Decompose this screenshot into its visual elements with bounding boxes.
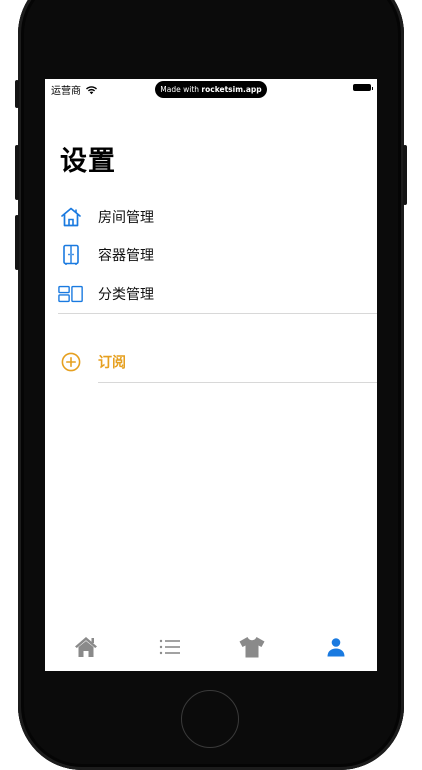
subscription-label: 订阅 [98,354,126,371]
mute-switch [15,80,19,108]
section-divider [58,313,377,314]
power-button [403,145,407,205]
house-icon [58,204,84,230]
plus-circle-icon [58,349,84,375]
page-title: 设置 [60,146,116,177]
tab-wardrobe[interactable] [237,632,267,662]
tab-profile[interactable] [321,632,351,662]
category-management-label: 分类管理 [98,286,154,303]
container-management-label: 容器管理 [98,247,154,264]
shirt-icon [239,637,265,658]
room-management-row[interactable]: 房间管理 [45,197,377,236]
tab-home[interactable] [71,632,101,662]
category-management-row[interactable]: 分类管理 [45,274,377,313]
tab-bar [45,628,377,671]
carrier-label: 运营商 [51,86,81,97]
list-icon [159,639,180,655]
room-management-label: 房间管理 [98,209,154,226]
badge-brand: rocketsim.app [201,85,262,94]
volume-down-button [15,215,19,270]
wifi-icon [86,85,97,94]
category-icon [58,281,84,307]
home-icon [75,637,97,657]
rocketsim-badge: Made with rocketsim.app [155,81,267,98]
battery-icon [353,84,373,91]
container-management-row[interactable]: 容器管理 [45,235,377,274]
app-screen: 运营商 Made with rocketsim.app 设置 房间管理 容器管理… [45,79,377,671]
badge-prefix: Made with [160,85,202,94]
carrier-info: 运营商 [51,82,98,97]
status-bar: 运营商 Made with rocketsim.app [45,79,377,99]
volume-up-button [15,145,19,200]
person-icon [327,638,345,657]
home-button[interactable] [181,690,239,748]
subscription-row[interactable]: 订阅 [45,342,377,381]
cabinet-icon [58,242,84,268]
subscription-divider [98,382,377,383]
tab-list[interactable] [155,632,185,662]
